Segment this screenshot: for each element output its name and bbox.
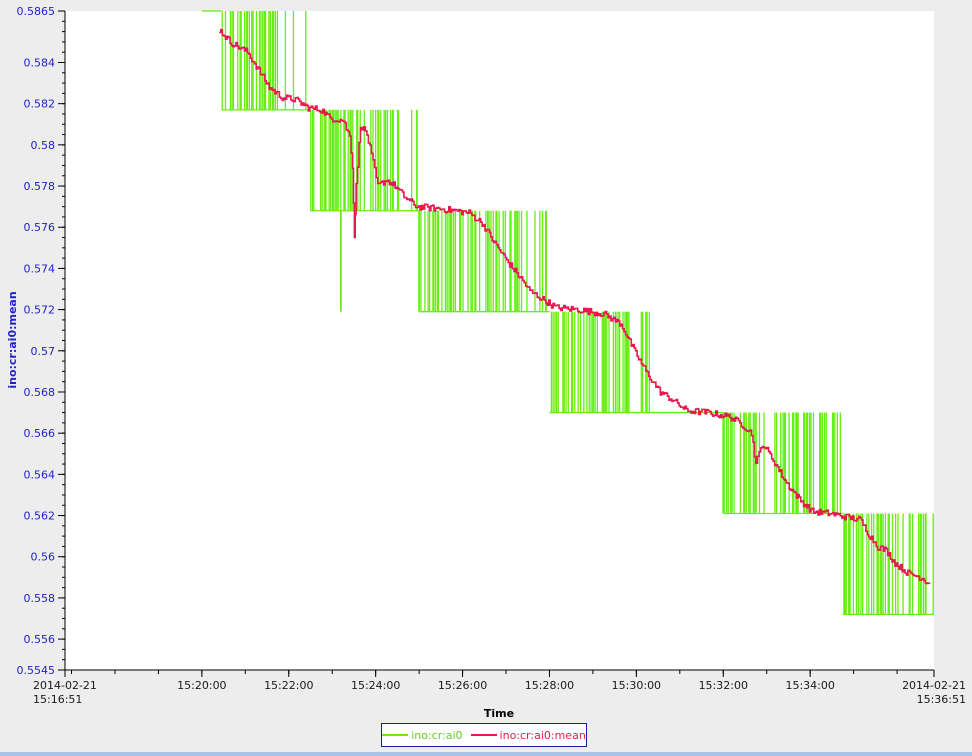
- x-tick-label: 15:30:00: [612, 679, 661, 692]
- y-tick-label: 0.564: [24, 468, 56, 481]
- legend-label-ai0: ino:cr:ai0: [411, 728, 463, 742]
- legend-swatch-ai0: [382, 734, 409, 736]
- y-tick-label: 0.562: [24, 510, 56, 523]
- y-tick-label: 0.56: [31, 551, 56, 564]
- y-tick-label: 0.568: [24, 386, 56, 399]
- y-axis-title: ino:cr:ai0:mean: [6, 291, 19, 388]
- y-tick-label: 0.58: [31, 139, 56, 152]
- x-tick-label: 15:34:00: [785, 679, 834, 692]
- y-tick-label: 0.5865: [17, 5, 56, 18]
- y-tick-label: 0.584: [24, 56, 56, 69]
- y-tick-label: 0.572: [24, 304, 56, 317]
- x-tick-label-line2: 15:16:51: [33, 693, 82, 706]
- x-tick-label: 2014-02-21: [902, 679, 966, 692]
- window-bottom-border: [0, 752, 972, 756]
- x-tick-label: 15:22:00: [264, 679, 313, 692]
- legend-label-ai0-mean: ino:cr:ai0:mean: [499, 728, 586, 742]
- y-tick-label: 0.576: [24, 221, 56, 234]
- x-tick-label: 15:32:00: [699, 679, 748, 692]
- y-tick-label: 0.556: [24, 633, 56, 646]
- y-tick-label: 0.558: [24, 592, 56, 605]
- y-tick-label: 0.5545: [17, 664, 56, 677]
- y-tick-label: 0.574: [24, 262, 56, 275]
- legend-item-ai0: ino:cr:ai0: [382, 728, 463, 742]
- legend-item-ai0-mean: ino:cr:ai0:mean: [470, 728, 586, 742]
- legend-swatch-ai0-mean: [470, 734, 497, 736]
- y-tick-label: 0.582: [24, 98, 56, 111]
- legend: ino:cr:ai0 ino:cr:ai0:mean: [381, 723, 587, 747]
- x-tick-label: 15:28:00: [525, 679, 574, 692]
- y-axis: 0.5545 0.556 0.558 0.56 0.562 0.564 0.566 0.568…: [17, 5, 66, 677]
- x-tick-label: 2014-02-21: [33, 679, 97, 692]
- x-tick-label-line2: 15:36:51: [917, 693, 966, 706]
- x-tick-label: 15:26:00: [438, 679, 487, 692]
- y-tick-label: 0.566: [24, 427, 56, 440]
- y-tick-label: 0.578: [24, 180, 56, 193]
- chart: 0.5545 0.556 0.558 0.56 0.562 0.564 0.566 0.568…: [6, 5, 966, 720]
- x-tick-label: 15:24:00: [351, 679, 400, 692]
- x-tick-label: 15:20:00: [177, 679, 226, 692]
- plot-area: [65, 11, 934, 670]
- x-axis: 2014-02-2115:16:5115:20:00 15:22:00 15:24:…: [33, 669, 966, 706]
- x-axis-title: Time: [484, 707, 514, 720]
- y-tick-label: 0.57: [31, 345, 56, 358]
